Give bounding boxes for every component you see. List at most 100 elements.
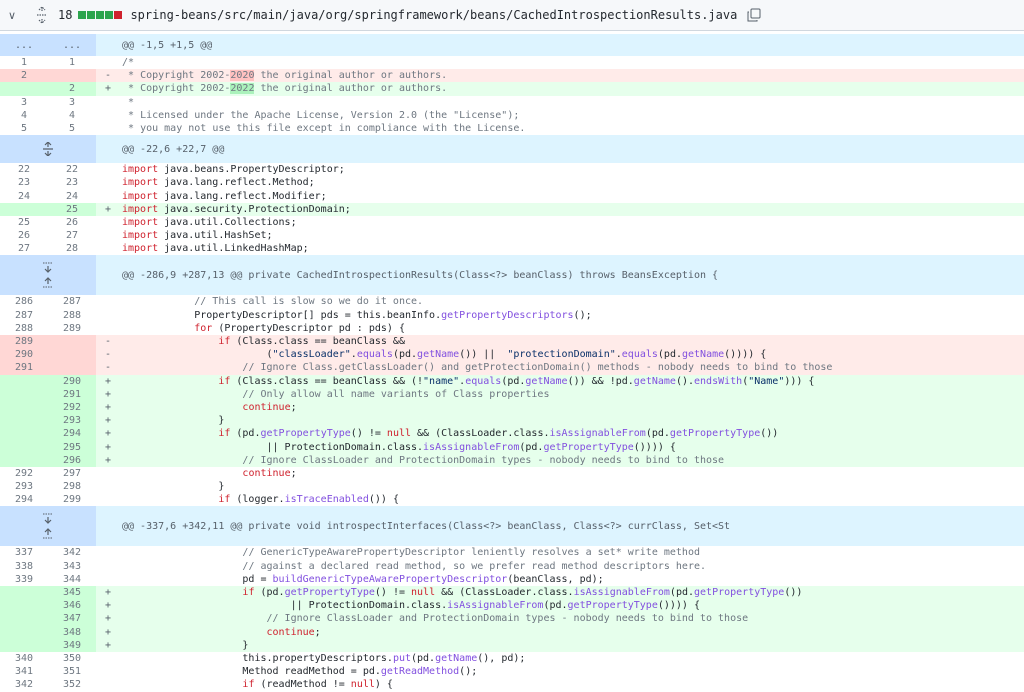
old-line-number[interactable]: 294	[0, 493, 48, 506]
changes-count: 18	[58, 8, 73, 22]
new-line-number[interactable]: 25	[48, 202, 96, 216]
new-line-number[interactable]: 5	[48, 122, 96, 135]
expand-lines-icon[interactable]	[0, 506, 96, 547]
old-line-number[interactable]: 26	[0, 229, 48, 242]
diff-line: 349 + }	[0, 638, 1024, 652]
new-line-number[interactable]	[48, 335, 96, 349]
new-line-number[interactable]: 295	[48, 440, 96, 454]
diff-line: 339 344 pd = buildGenericTypeAwarePropert…	[0, 573, 1024, 586]
old-line-number[interactable]: 23	[0, 176, 48, 189]
old-line-number[interactable]	[0, 638, 48, 652]
new-line-number[interactable]: 345	[48, 586, 96, 600]
old-line-number[interactable]: 293	[0, 480, 48, 493]
new-line-number[interactable]	[48, 361, 96, 375]
old-line-number[interactable]: 340	[0, 652, 48, 665]
new-line-number[interactable]: 293	[48, 414, 96, 428]
old-line-number[interactable]: 337	[0, 546, 48, 559]
hunk-header-text: @@ -22,6 +22,7 @@	[122, 143, 225, 155]
old-line-number[interactable]: 288	[0, 322, 48, 335]
new-line-number[interactable]: 292	[48, 400, 96, 415]
old-line-number[interactable]: 2	[0, 69, 48, 83]
old-line-number[interactable]: 338	[0, 560, 48, 573]
old-line-number[interactable]	[0, 82, 48, 96]
old-line-number[interactable]: 342	[0, 678, 48, 691]
old-line-number[interactable]	[0, 612, 48, 626]
copy-path-icon[interactable]	[747, 8, 761, 22]
old-line-number[interactable]	[0, 414, 48, 428]
new-line-number[interactable]: 24	[48, 190, 96, 203]
old-line-number[interactable]: 24	[0, 190, 48, 203]
new-line-number[interactable]: 28	[48, 242, 96, 255]
new-line-number[interactable]: 26	[48, 216, 96, 229]
old-line-number[interactable]	[0, 599, 48, 613]
old-line-number[interactable]: 1	[0, 56, 48, 69]
new-line-number[interactable]	[48, 348, 96, 362]
new-line-number[interactable]: 287	[48, 295, 96, 308]
new-line-number[interactable]: 291	[48, 387, 96, 401]
new-line-number[interactable]: 290	[48, 374, 96, 388]
code-line: * Copyright 2002-2022 the original autho…	[120, 82, 1024, 96]
old-line-number[interactable]	[0, 427, 48, 441]
new-line-number[interactable]: 347	[48, 612, 96, 626]
old-line-number[interactable]: 286	[0, 295, 48, 308]
old-line-number[interactable]: 339	[0, 573, 48, 586]
old-line-number[interactable]: 27	[0, 242, 48, 255]
collapse-chevron-icon[interactable]: ∨	[8, 9, 22, 22]
diff-marker	[96, 176, 120, 189]
new-line-number[interactable]: 23	[48, 176, 96, 189]
file-path[interactable]: spring-beans/src/main/java/org/springfra…	[130, 8, 737, 22]
new-line-number[interactable]: 298	[48, 480, 96, 493]
new-line-number[interactable]: 346	[48, 599, 96, 613]
new-line-number[interactable]: 27	[48, 229, 96, 242]
diff-line: 11 /*	[0, 56, 1024, 69]
new-line-number[interactable]: 350	[48, 652, 96, 665]
new-line-number[interactable]: 2	[48, 82, 96, 96]
old-line-number[interactable]: 292	[0, 467, 48, 480]
old-line-number[interactable]: 4	[0, 109, 48, 122]
old-line-number[interactable]: 287	[0, 309, 48, 322]
expand-lines-icon[interactable]	[0, 255, 96, 296]
new-line-number[interactable]: 352	[48, 678, 96, 691]
old-line-number[interactable]: 3	[0, 96, 48, 109]
expand-all-icon[interactable]	[34, 5, 50, 25]
old-line-number[interactable]: 22	[0, 163, 48, 176]
old-line-number[interactable]	[0, 625, 48, 639]
new-line-number[interactable]: 299	[48, 493, 96, 506]
new-line-number[interactable]: 3	[48, 96, 96, 109]
diff-marker: +	[96, 414, 120, 428]
new-line-number[interactable]	[48, 69, 96, 83]
old-line-number[interactable]: 25	[0, 216, 48, 229]
diff-marker: +	[96, 599, 120, 613]
old-line-number[interactable]	[0, 202, 48, 216]
new-line-number[interactable]: 288	[48, 309, 96, 322]
new-line-number[interactable]: 296	[48, 453, 96, 467]
expand-lines-icon[interactable]	[0, 135, 96, 164]
new-line-number[interactable]: 294	[48, 427, 96, 441]
diff-marker	[96, 309, 120, 322]
old-line-number[interactable]: 291	[0, 361, 48, 375]
old-line-number[interactable]: 341	[0, 665, 48, 678]
old-line-number[interactable]	[0, 453, 48, 467]
new-line-number[interactable]: 289	[48, 322, 96, 335]
old-line-number[interactable]: 5	[0, 122, 48, 135]
new-line-number[interactable]: 342	[48, 546, 96, 559]
new-line-number[interactable]: 349	[48, 638, 96, 652]
new-line-number[interactable]: 348	[48, 625, 96, 639]
old-line-number[interactable]	[0, 400, 48, 415]
new-line-number[interactable]: 297	[48, 467, 96, 480]
new-line-number[interactable]: 22	[48, 163, 96, 176]
old-line-number[interactable]	[0, 374, 48, 388]
old-line-number[interactable]	[0, 440, 48, 454]
new-line-number[interactable]: 1	[48, 56, 96, 69]
diff-marker	[96, 652, 120, 665]
new-line-number[interactable]: 344	[48, 573, 96, 586]
new-line-number[interactable]: 351	[48, 665, 96, 678]
old-line-number[interactable]: 289	[0, 335, 48, 349]
new-line-number[interactable]: 343	[48, 560, 96, 573]
old-line-number[interactable]	[0, 586, 48, 600]
code-line: }	[120, 414, 1024, 428]
code-line: /*	[122, 57, 135, 68]
old-line-number[interactable]: 290	[0, 348, 48, 362]
new-line-number[interactable]: 4	[48, 109, 96, 122]
old-line-number[interactable]	[0, 387, 48, 401]
